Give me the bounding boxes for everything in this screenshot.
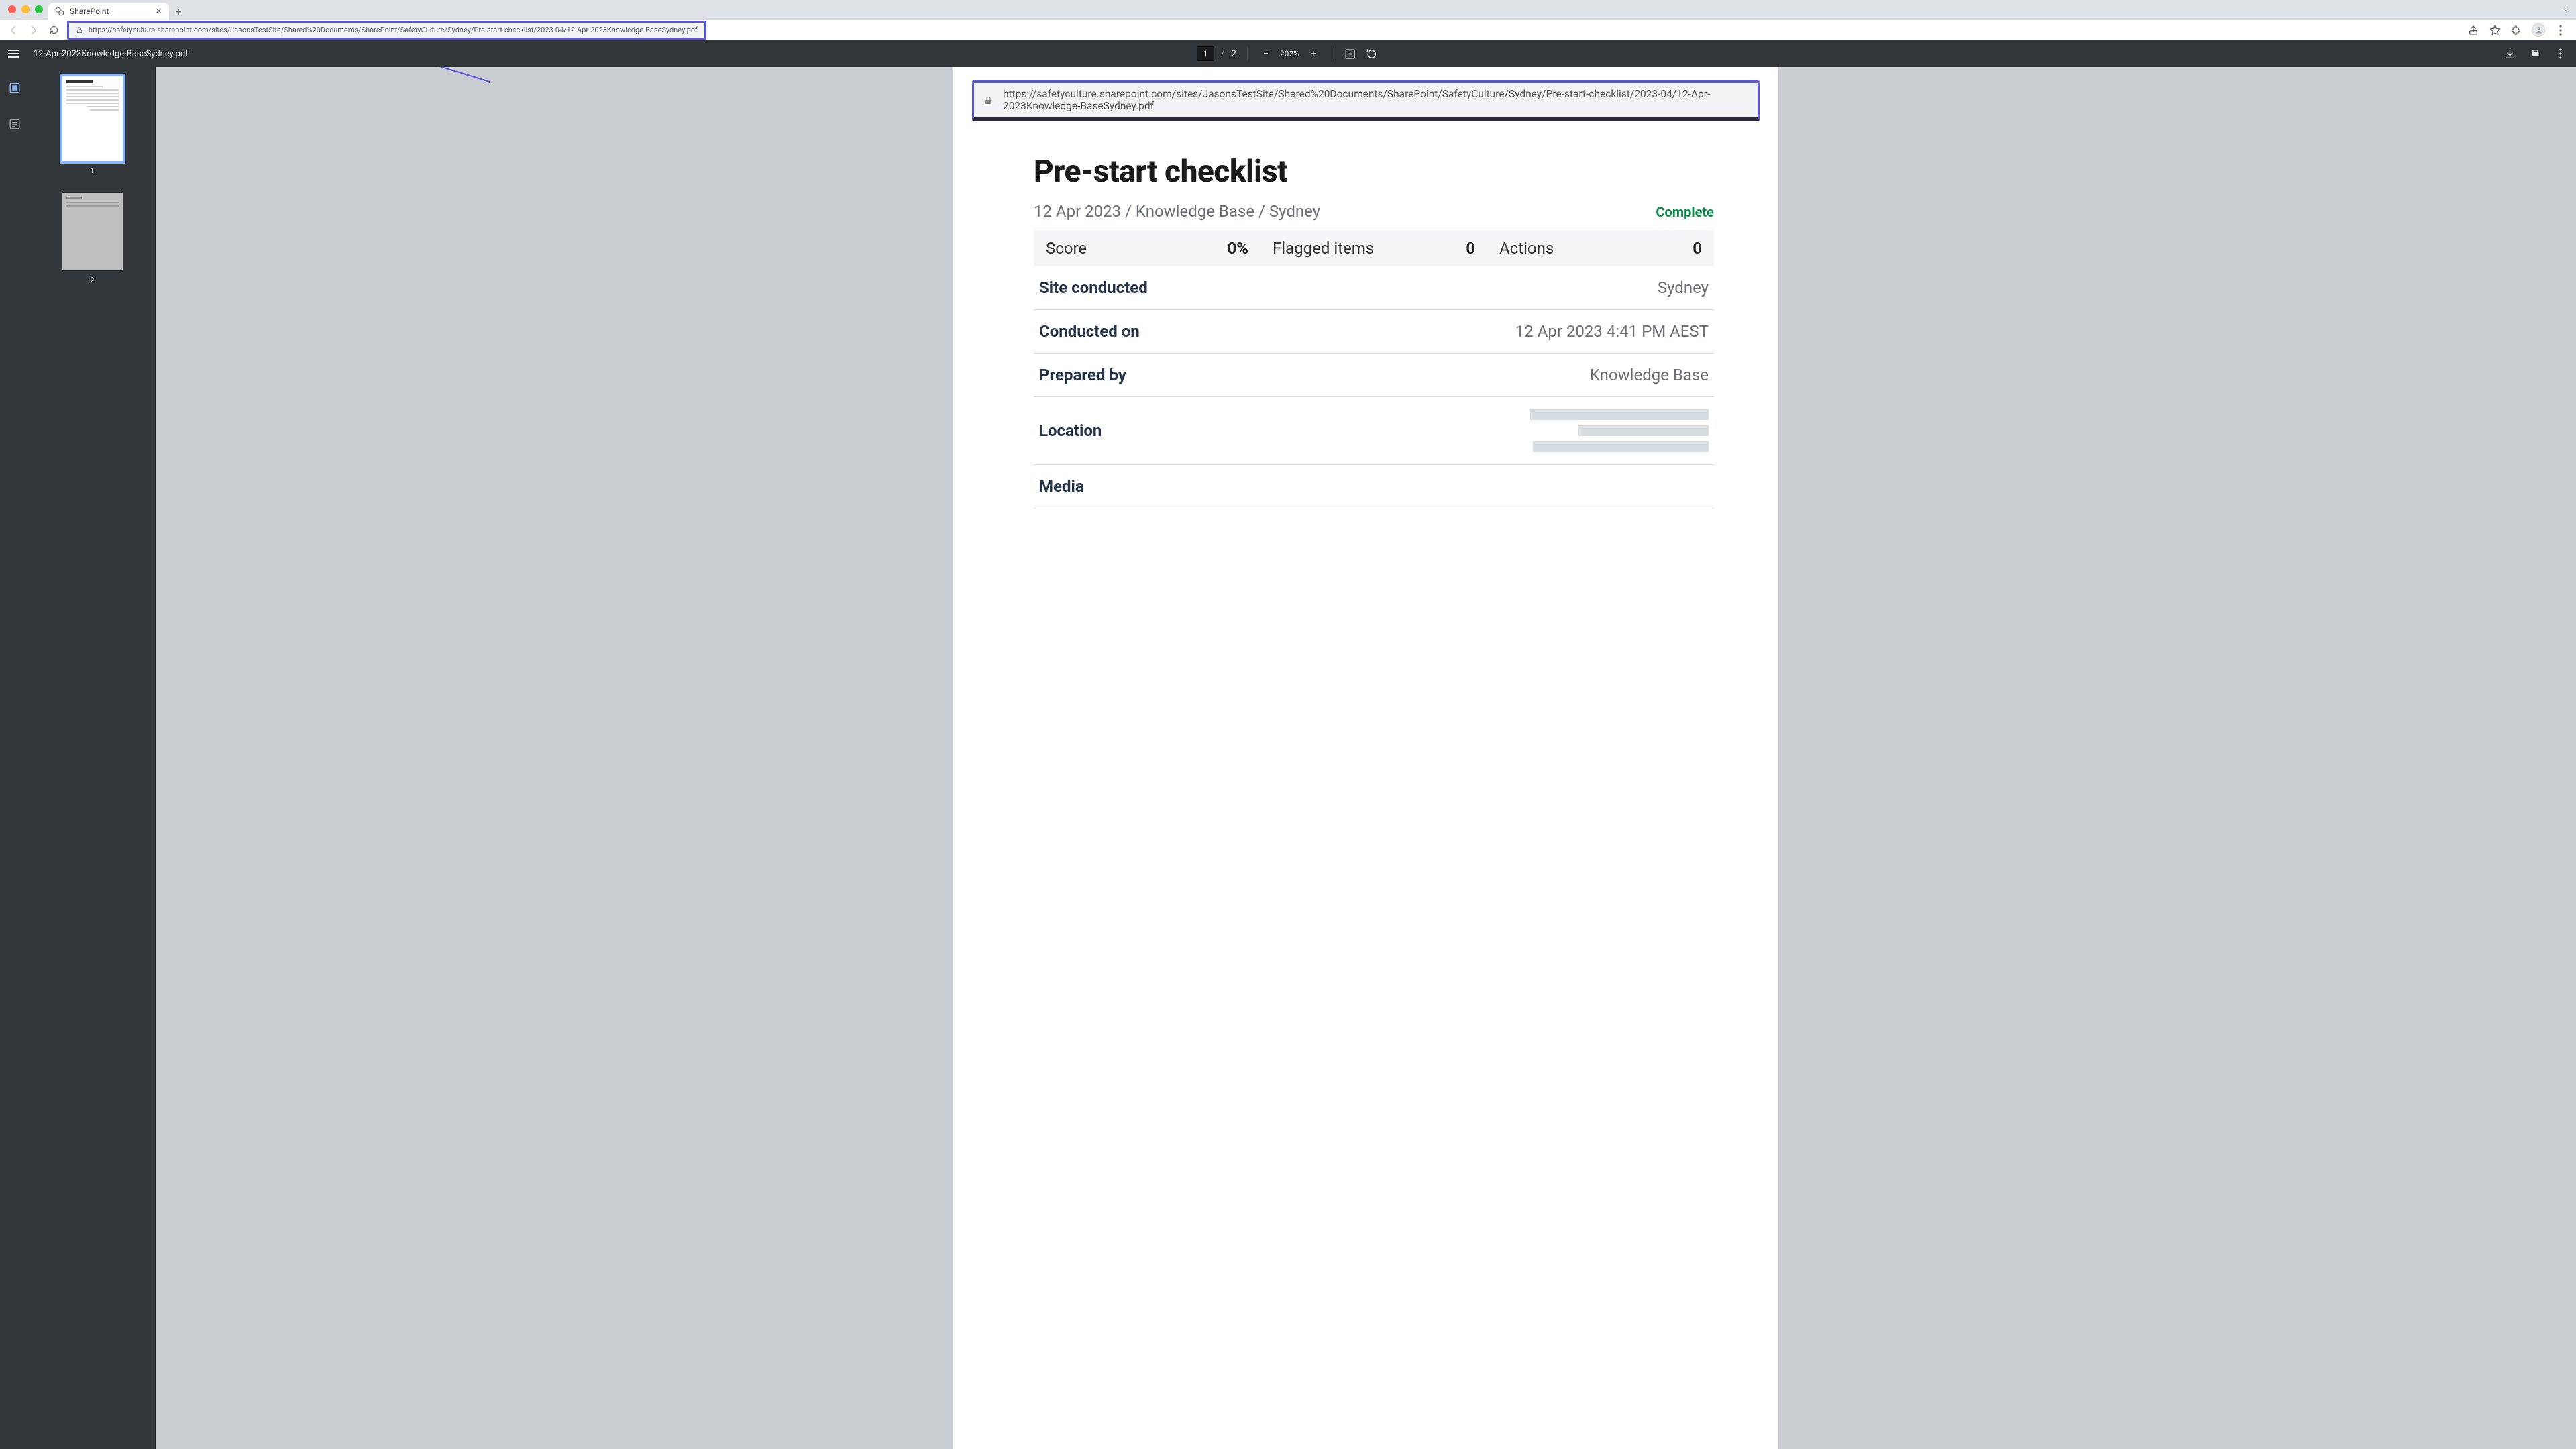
pdf-toolbar: 12-Apr-2023Knowledge-BaseSydney.pdf 1 / …: [0, 40, 2576, 67]
stat-flagged-value: 0: [1466, 239, 1475, 258]
document-title: Pre-start checklist: [1034, 154, 1714, 190]
zoom-out-button[interactable]: −: [1258, 46, 1273, 61]
page-separator: /: [1221, 49, 1224, 59]
pdf-page: https://safetyculture.sharepoint.com/sit…: [953, 67, 1778, 1449]
window-close-button[interactable]: [8, 5, 16, 13]
field-site-conducted: Site conducted Sydney: [1034, 266, 1714, 310]
url-text: https://safetyculture.sharepoint.com/sit…: [89, 25, 698, 34]
tab-overflow-button[interactable]: ⌄: [2563, 4, 2569, 13]
page-total: 2: [1232, 49, 1236, 59]
url-bar-highlight: https://safetyculture.sharepoint.com/sit…: [67, 21, 706, 40]
back-button[interactable]: [5, 22, 21, 38]
pdf-file-name: 12-Apr-2023Knowledge-BaseSydney.pdf: [34, 49, 189, 59]
tab-title: SharePoint: [70, 7, 109, 16]
pdf-main-area: 1 2 https://safetyculture.sharepoint.com…: [0, 67, 2576, 1449]
extensions-icon[interactable]: [2510, 24, 2522, 36]
pdf-thumbnail-panel: 1 2: [30, 67, 156, 1449]
tabs-row: SharePoint ✕ +: [48, 0, 188, 20]
field-media-label: Media: [1039, 477, 1084, 496]
url-callout-text: https://safetyculture.sharepoint.com/sit…: [1003, 88, 1748, 112]
url-callout-box: https://safetyculture.sharepoint.com/sit…: [972, 80, 1760, 121]
bookmark-star-icon[interactable]: [2489, 24, 2501, 36]
browser-tab[interactable]: SharePoint ✕: [48, 3, 169, 20]
pdf-sidebar-toggle[interactable]: [8, 46, 24, 62]
stat-actions-value: 0: [1693, 239, 1702, 258]
browser-toolbar: https://safetyculture.sharepoint.com/sit…: [0, 20, 2576, 40]
stat-actions-label: Actions: [1499, 239, 1554, 258]
pdf-toolbar-center: 1 / 2 − 202% +: [1197, 46, 1379, 61]
stat-actions: Actions 0: [1487, 239, 1714, 258]
toolbar-right-icons: [2467, 23, 2571, 37]
document-subhead: 12 Apr 2023 / Knowledge Base / Sydney: [1034, 202, 1320, 221]
fit-page-button[interactable]: [1343, 46, 1358, 61]
field-prepared-by-label: Prepared by: [1039, 366, 1126, 384]
field-conducted-on: Conducted on 12 Apr 2023 4:41 PM AEST: [1034, 310, 1714, 354]
field-media: Media: [1034, 465, 1714, 508]
field-site-conducted-label: Site conducted: [1039, 278, 1148, 297]
pdf-thumbnail-2[interactable]: [62, 193, 123, 270]
field-conducted-on-label: Conducted on: [1039, 322, 1140, 341]
print-button[interactable]: [2528, 46, 2542, 61]
annotation-connector-line: [156, 67, 981, 107]
tab-favicon: [55, 7, 64, 16]
page-number-input[interactable]: 1: [1197, 46, 1214, 61]
zoom-value: 202%: [1280, 49, 1299, 58]
stat-score-value: 0%: [1227, 239, 1248, 258]
zoom-in-button[interactable]: +: [1306, 46, 1321, 61]
field-prepared-by: Prepared by Knowledge Base: [1034, 354, 1714, 397]
thumbnails-tab-icon[interactable]: [6, 79, 23, 97]
new-tab-button[interactable]: +: [169, 3, 188, 20]
tab-close-button[interactable]: ✕: [155, 7, 162, 17]
url-bar[interactable]: https://safetyculture.sharepoint.com/sit…: [69, 23, 704, 38]
stats-row: Score 0% Flagged items 0 Actions 0: [1034, 230, 1714, 266]
field-conducted-on-value: 12 Apr 2023 4:41 PM AEST: [1515, 322, 1709, 341]
lock-icon: [76, 26, 83, 34]
share-icon[interactable]: [2467, 24, 2479, 36]
field-location-label: Location: [1039, 421, 1102, 440]
field-site-conducted-value: Sydney: [1658, 278, 1709, 297]
toolbar-divider: [1247, 47, 1248, 60]
window-maximize-button[interactable]: [35, 5, 43, 13]
browser-menu-button[interactable]: [2555, 24, 2567, 36]
status-badge: Complete: [1656, 204, 1714, 220]
pdf-toolbar-right: [2502, 46, 2568, 61]
pdf-thumbnail-1[interactable]: [62, 76, 123, 161]
stat-score-label: Score: [1046, 239, 1087, 258]
document-content: Pre-start checklist 12 Apr 2023 / Knowle…: [953, 128, 1778, 508]
pdf-more-menu[interactable]: [2553, 46, 2568, 61]
stat-flagged-label: Flagged items: [1273, 239, 1374, 258]
profile-avatar[interactable]: [2532, 23, 2545, 37]
document-subhead-row: 12 Apr 2023 / Knowledge Base / Sydney Co…: [1034, 202, 1714, 221]
lock-icon: [983, 95, 994, 105]
pdf-side-strip: [0, 67, 30, 1449]
browser-tab-strip: SharePoint ✕ + ⌄: [0, 0, 2576, 20]
stat-score: Score 0%: [1034, 239, 1260, 258]
field-prepared-by-value: Knowledge Base: [1590, 366, 1709, 384]
field-location: Location: [1034, 397, 1714, 465]
forward-button[interactable]: [25, 22, 42, 38]
download-button[interactable]: [2502, 46, 2517, 61]
stat-flagged: Flagged items 0: [1260, 239, 1487, 258]
outline-tab-icon[interactable]: [6, 115, 23, 133]
reload-button[interactable]: [46, 22, 62, 38]
pdf-thumbnail-2-label: 2: [90, 276, 94, 284]
pdf-document-viewport[interactable]: https://safetyculture.sharepoint.com/sit…: [156, 67, 2576, 1449]
window-controls: [8, 5, 43, 13]
rotate-button[interactable]: [1364, 46, 1379, 61]
window-minimize-button[interactable]: [21, 5, 30, 13]
pdf-thumbnail-1-label: 1: [90, 166, 94, 175]
field-location-value-redacted: [1530, 409, 1709, 452]
